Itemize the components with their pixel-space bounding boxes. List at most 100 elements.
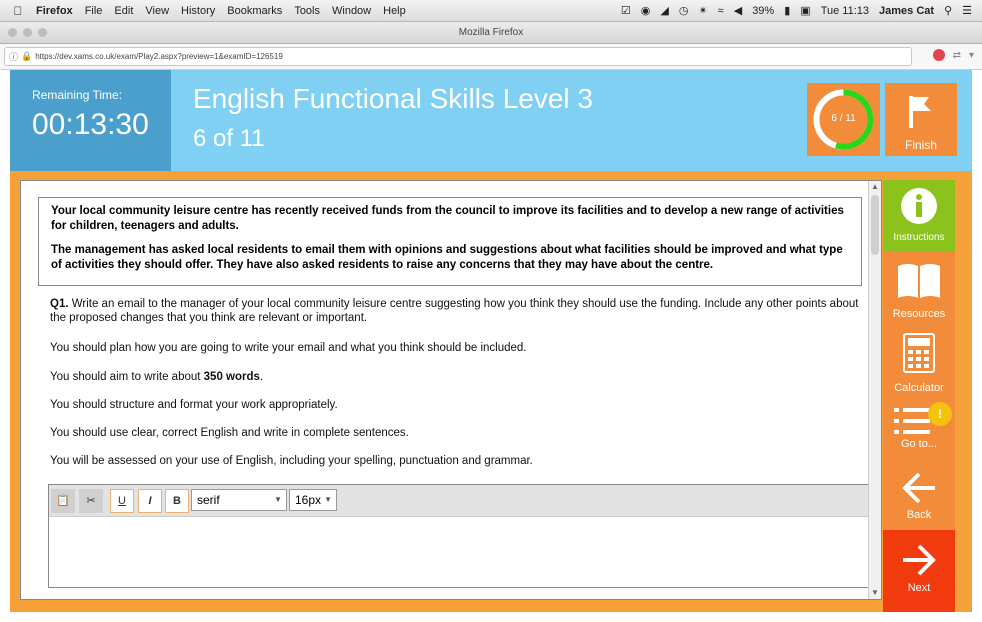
flag-icon — [909, 96, 931, 128]
list-icon — [894, 408, 930, 434]
clipboard-icon[interactable]: ☑ — [621, 4, 631, 17]
word-count-post: . — [259, 371, 264, 383]
paste-icon[interactable]: 📋 — [51, 489, 75, 513]
info-icon[interactable]: ⓘ — [9, 50, 18, 63]
answer-editor: 📋 ✂ U I B serif ▼ 16px ▼ — [48, 484, 870, 588]
menu-bookmarks[interactable]: Bookmarks — [227, 5, 282, 17]
finish-label: Finish — [904, 138, 937, 152]
back-label: Back — [906, 509, 932, 521]
status-area: ☑ ◉ ◢ ◷ ✴ ≈ ◀ 39% ▮ ▣ Tue 11:13 James Ca… — [621, 4, 982, 18]
scroll-down-icon[interactable]: ▼ — [870, 588, 880, 598]
system-menubar:  Firefox File Edit View History Bookmar… — [0, 0, 982, 22]
progress-text: 6 / 11 — [831, 113, 856, 124]
window-titlebar: Mozilla Firefox — [0, 22, 982, 44]
time-machine-icon[interactable]: ◷ — [679, 4, 689, 17]
bold-button[interactable]: B — [165, 489, 189, 513]
address-bar[interactable]: ⓘ 🔒 https://dev.xams.co.uk/exam/Play2.as… — [4, 47, 912, 66]
creative-cloud-icon[interactable]: ◉ — [641, 4, 651, 17]
apple-icon[interactable]:  — [8, 4, 28, 18]
instruction-assessment: You will be assessed on your use of Engl… — [50, 455, 533, 467]
cut-icon[interactable]: ✂ — [79, 489, 103, 513]
notification-center-icon[interactable]: ☰ — [962, 4, 972, 17]
timer-panel: Remaining Time: 00:13:30 — [10, 70, 171, 171]
question-panel: Your local community leisure centre has … — [20, 180, 882, 600]
navigation-toolbar: ⓘ 🔒 https://dev.xams.co.uk/exam/Play2.as… — [0, 44, 982, 70]
menu-view[interactable]: View — [145, 5, 169, 17]
font-family-value: serif — [197, 493, 220, 507]
browser-tools: ⇄ ▾ — [932, 49, 974, 61]
menu-firefox[interactable]: Firefox — [36, 5, 73, 17]
exam-page: Remaining Time: 00:13:30 English Functio… — [10, 70, 972, 612]
calculator-button[interactable]: Calculator — [883, 328, 955, 400]
editor-toolbar: 📋 ✂ U I B serif ▼ 16px ▼ — [49, 485, 869, 517]
question-number: Q1. — [50, 298, 69, 310]
scenario-paragraph-2: The management has asked local residents… — [51, 244, 843, 271]
question-body: Write an email to the manager of your lo… — [50, 298, 859, 324]
goto-label: Go to... — [900, 438, 938, 450]
question-frame: Your local community leisure centre has … — [10, 171, 972, 612]
goto-alert-badge: ! — [928, 402, 952, 426]
menu-edit[interactable]: Edit — [114, 5, 133, 17]
calculator-icon — [903, 333, 935, 373]
font-family-select[interactable]: serif ▼ — [191, 489, 287, 511]
menu-window[interactable]: Window — [332, 5, 371, 17]
chevron-down-icon: ▼ — [324, 495, 332, 504]
resources-label: Resources — [892, 308, 946, 320]
word-count-target: 350 words — [203, 371, 260, 383]
book-icon — [898, 264, 940, 298]
instruction-plan: You should plan how you are going to wri… — [50, 342, 527, 354]
extension-icon[interactable]: ⇄ — [953, 50, 961, 61]
question-position: 6 of 11 — [193, 125, 265, 152]
volume-icon[interactable]: ◀ — [734, 4, 742, 17]
question-scrollbar[interactable]: ▲ ▼ — [868, 181, 881, 599]
scroll-thumb[interactable] — [871, 195, 879, 255]
arrow-left-icon — [902, 472, 935, 504]
audio-icon[interactable]: ◢ — [660, 4, 668, 17]
progress-button[interactable]: 6 / 11 — [807, 83, 880, 156]
remaining-time: 00:13:30 — [32, 108, 149, 141]
menu-history[interactable]: History — [181, 5, 215, 17]
instructions-button[interactable]: Instructions — [883, 180, 955, 251]
info-icon — [901, 188, 937, 224]
word-count-pre: You should aim to write about — [50, 371, 204, 383]
question-text: Q1. Write an email to the manager of you… — [50, 297, 862, 325]
menu-tools[interactable]: Tools — [294, 5, 320, 17]
menu-help[interactable]: Help — [383, 5, 406, 17]
battery-percent: 39% — [752, 4, 775, 17]
resources-button[interactable]: Resources — [883, 251, 955, 328]
spotlight-icon[interactable]: ⚲ — [944, 4, 952, 17]
wifi-icon[interactable]: ≈ — [718, 5, 724, 17]
tool-sidebar: Instructions Resources Calculator ! Go t… — [883, 180, 955, 612]
exam-title: English Functional Skills Level 3 — [193, 83, 593, 114]
finish-button[interactable]: Finish — [885, 83, 957, 156]
window-title: Mozilla Firefox — [458, 27, 524, 38]
lock-icon[interactable]: 🔒 — [21, 51, 32, 62]
url-text[interactable]: https://dev.xams.co.uk/exam/Play2.aspx?p… — [35, 52, 283, 61]
scroll-up-icon[interactable]: ▲ — [870, 182, 880, 192]
menu-file[interactable]: File — [85, 5, 103, 17]
overflow-menu-icon[interactable]: ▾ — [969, 50, 974, 61]
menubar-clock[interactable]: Tue 11:13 — [821, 5, 869, 17]
answer-textarea[interactable] — [49, 517, 869, 587]
bluetooth-icon[interactable]: ✴ — [698, 4, 707, 17]
instruction-word-count: You should aim to write about 350 words. — [50, 370, 862, 384]
next-button[interactable]: Next — [883, 530, 955, 612]
arrow-right-icon — [903, 544, 936, 576]
chevron-down-icon: ▼ — [274, 495, 282, 504]
goto-button[interactable]: ! Go to... — [883, 400, 955, 464]
underline-button[interactable]: U — [110, 489, 134, 513]
next-label: Next — [907, 582, 931, 594]
instruction-english: You should use clear, correct English an… — [50, 427, 409, 439]
display-icon[interactable]: ▣ — [800, 4, 810, 17]
scenario-paragraph-1: Your local community leisure centre has … — [51, 205, 844, 232]
italic-button[interactable]: I — [138, 489, 162, 513]
back-button[interactable]: Back — [883, 464, 955, 530]
battery-icon[interactable]: ▮ — [784, 4, 790, 17]
instructions-label: Instructions — [893, 232, 945, 243]
font-size-select[interactable]: 16px ▼ — [289, 489, 337, 511]
scenario-box: Your local community leisure centre has … — [38, 197, 862, 286]
exam-header: English Functional Skills Level 3 6 of 1… — [171, 70, 972, 171]
menubar-user[interactable]: James Cat — [879, 5, 934, 17]
instruction-structure: You should structure and format your wor… — [50, 399, 338, 411]
pocket-icon[interactable] — [932, 49, 945, 61]
